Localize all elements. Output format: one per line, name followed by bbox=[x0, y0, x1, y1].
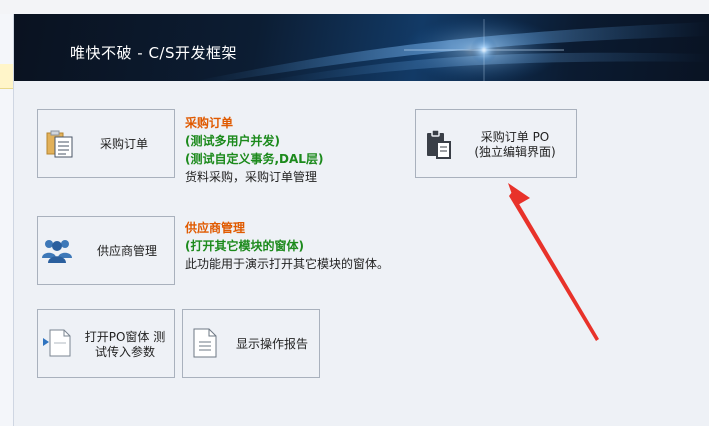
supplier-management-button[interactable]: 供应商管理 bbox=[37, 216, 175, 285]
purchase-order-button[interactable]: 采购订单 bbox=[37, 109, 175, 178]
header-banner: 唯快不破 - C/S开发框架 bbox=[14, 14, 709, 81]
purchase-desc-line3: 货料采购，采购订单管理 bbox=[185, 170, 318, 184]
po-label-line2: (独立编辑界面) bbox=[474, 145, 556, 159]
open-document-arrow-icon bbox=[43, 329, 71, 357]
top-strip bbox=[0, 0, 709, 15]
left-navigation-pane[interactable] bbox=[0, 14, 14, 426]
app-title: 唯快不破 - C/S开发框架 bbox=[70, 44, 237, 62]
red-annotation-arrow bbox=[508, 183, 599, 341]
purchase-order-label: 采购订单 bbox=[99, 137, 148, 151]
purchase-order-po-button[interactable]: 采购订单 PO (独立编辑界面) bbox=[415, 109, 577, 178]
open-po-form-button[interactable]: 打开PO窗体 测 试传入参数 bbox=[37, 309, 175, 378]
selected-nav-item[interactable] bbox=[0, 64, 13, 89]
purchase-desc-title: 采购订单 bbox=[185, 116, 234, 130]
open-po-form-label: 打开PO窗体 测 试传入参数 bbox=[78, 330, 172, 360]
users-group-icon bbox=[42, 240, 72, 263]
purchase-desc-line2: (测试自定义事务,DAL层) bbox=[185, 152, 324, 166]
supplier-desc-title: 供应商管理 bbox=[185, 221, 246, 235]
supplier-desc-line2: 此功能用于演示打开其它模块的窗体。 bbox=[185, 257, 390, 271]
purchase-order-po-label: 采购订单 PO (独立编辑界面) bbox=[456, 130, 574, 160]
supplier-desc-line1: (打开其它模块的窗体) bbox=[185, 239, 304, 253]
supplier-management-label: 供应商管理 bbox=[96, 244, 157, 258]
show-operation-report-button[interactable]: 显示操作报告 bbox=[182, 309, 320, 378]
report-document-icon bbox=[193, 328, 217, 358]
purchase-desc-line1: (测试多用户并发) bbox=[185, 134, 280, 148]
purchase-order-description: 采购订单 (测试多用户并发) (测试自定义事务,DAL层) 货料采购，采购订单管… bbox=[185, 114, 323, 186]
po-label-line1: 采购订单 PO bbox=[480, 130, 550, 144]
supplier-description: 供应商管理 (打开其它模块的窗体) 此功能用于演示打开其它模块的窗体。 bbox=[185, 219, 389, 273]
clipboard-document-icon bbox=[46, 130, 73, 158]
show-operation-report-label: 显示操作报告 bbox=[235, 337, 308, 351]
open-po-label-line2: 试传入参数 bbox=[94, 345, 155, 359]
main-content: 采购订单 采购订单 (测试多用户并发) (测试自定义事务,DAL层) 货料采购，… bbox=[14, 81, 709, 426]
clipboard-icon bbox=[427, 129, 451, 159]
open-po-label-line1: 打开PO窗体 测 bbox=[84, 330, 166, 344]
